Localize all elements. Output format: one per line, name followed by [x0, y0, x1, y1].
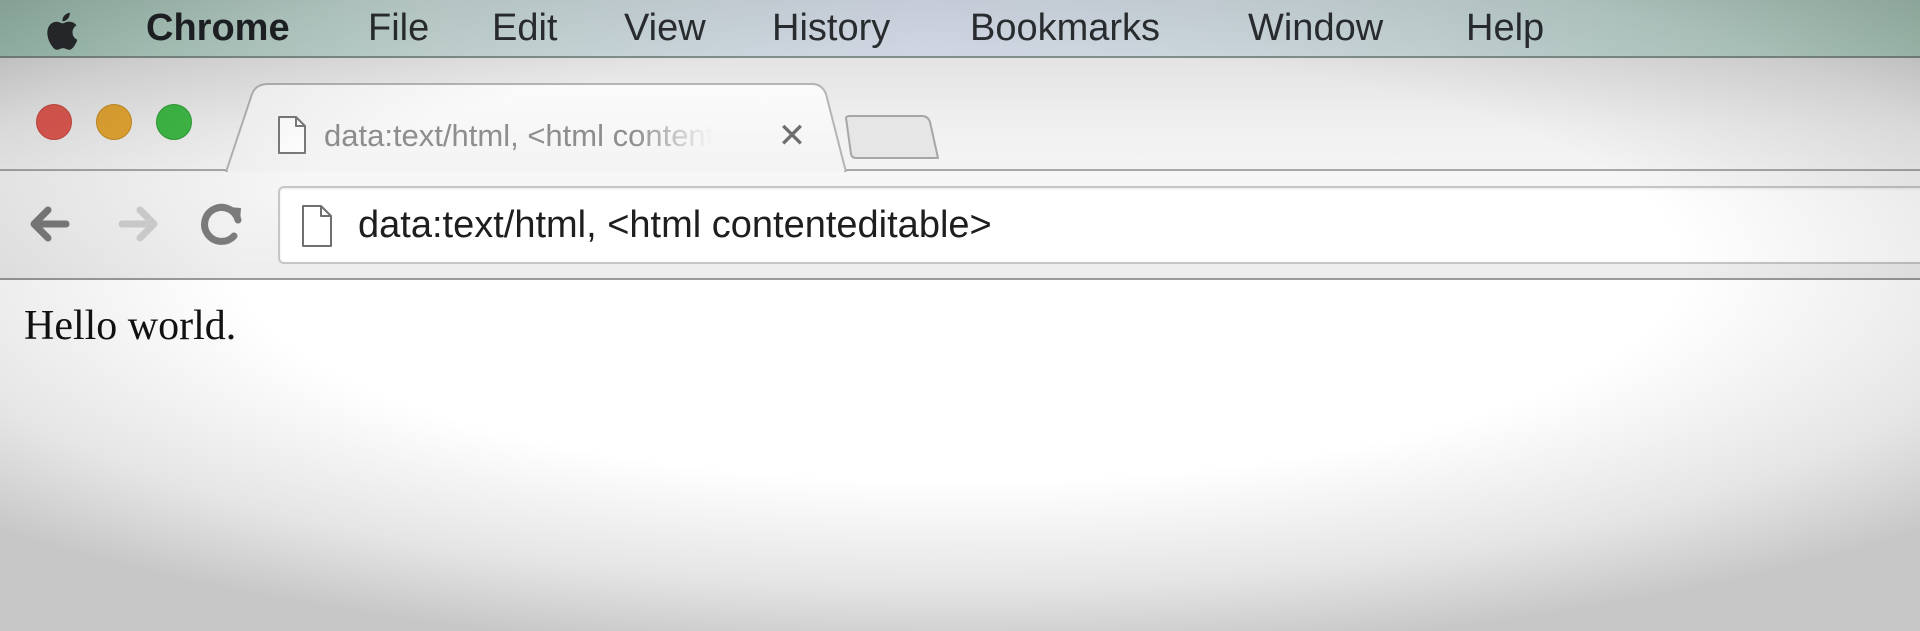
apple-logo-icon[interactable] [42, 9, 86, 53]
menu-edit[interactable]: Edit [492, 4, 557, 52]
new-tab-button[interactable] [842, 112, 942, 162]
tab-title: data:text/html, <html contenteditable> [324, 118, 712, 153]
address-bar[interactable]: data:text/html, <html contenteditable> [278, 186, 1920, 264]
menu-help[interactable]: Help [1466, 4, 1544, 52]
menu-window[interactable]: Window [1248, 4, 1383, 52]
macos-menu-bar: Chrome File Edit View History Bookmarks … [0, 0, 1920, 58]
address-bar-url[interactable]: data:text/html, <html contenteditable> [358, 188, 992, 262]
page-content[interactable]: Hello world. [0, 280, 1920, 631]
menu-view[interactable]: View [624, 4, 706, 52]
tab-close-icon[interactable]: ✕ [770, 114, 814, 158]
document-icon [278, 116, 306, 154]
document-icon [302, 205, 332, 247]
menu-app-name[interactable]: Chrome [146, 4, 290, 52]
tab-active[interactable]: data:text/html, <html contenteditable> ✕ [260, 112, 820, 160]
menu-bookmarks[interactable]: Bookmarks [970, 4, 1160, 52]
forward-arrow-icon[interactable] [110, 196, 166, 252]
page-body-text[interactable]: Hello world. [24, 302, 236, 350]
back-arrow-icon[interactable] [22, 196, 78, 252]
menu-file[interactable]: File [368, 4, 429, 52]
reload-icon[interactable] [194, 196, 250, 252]
menu-history[interactable]: History [772, 4, 890, 52]
